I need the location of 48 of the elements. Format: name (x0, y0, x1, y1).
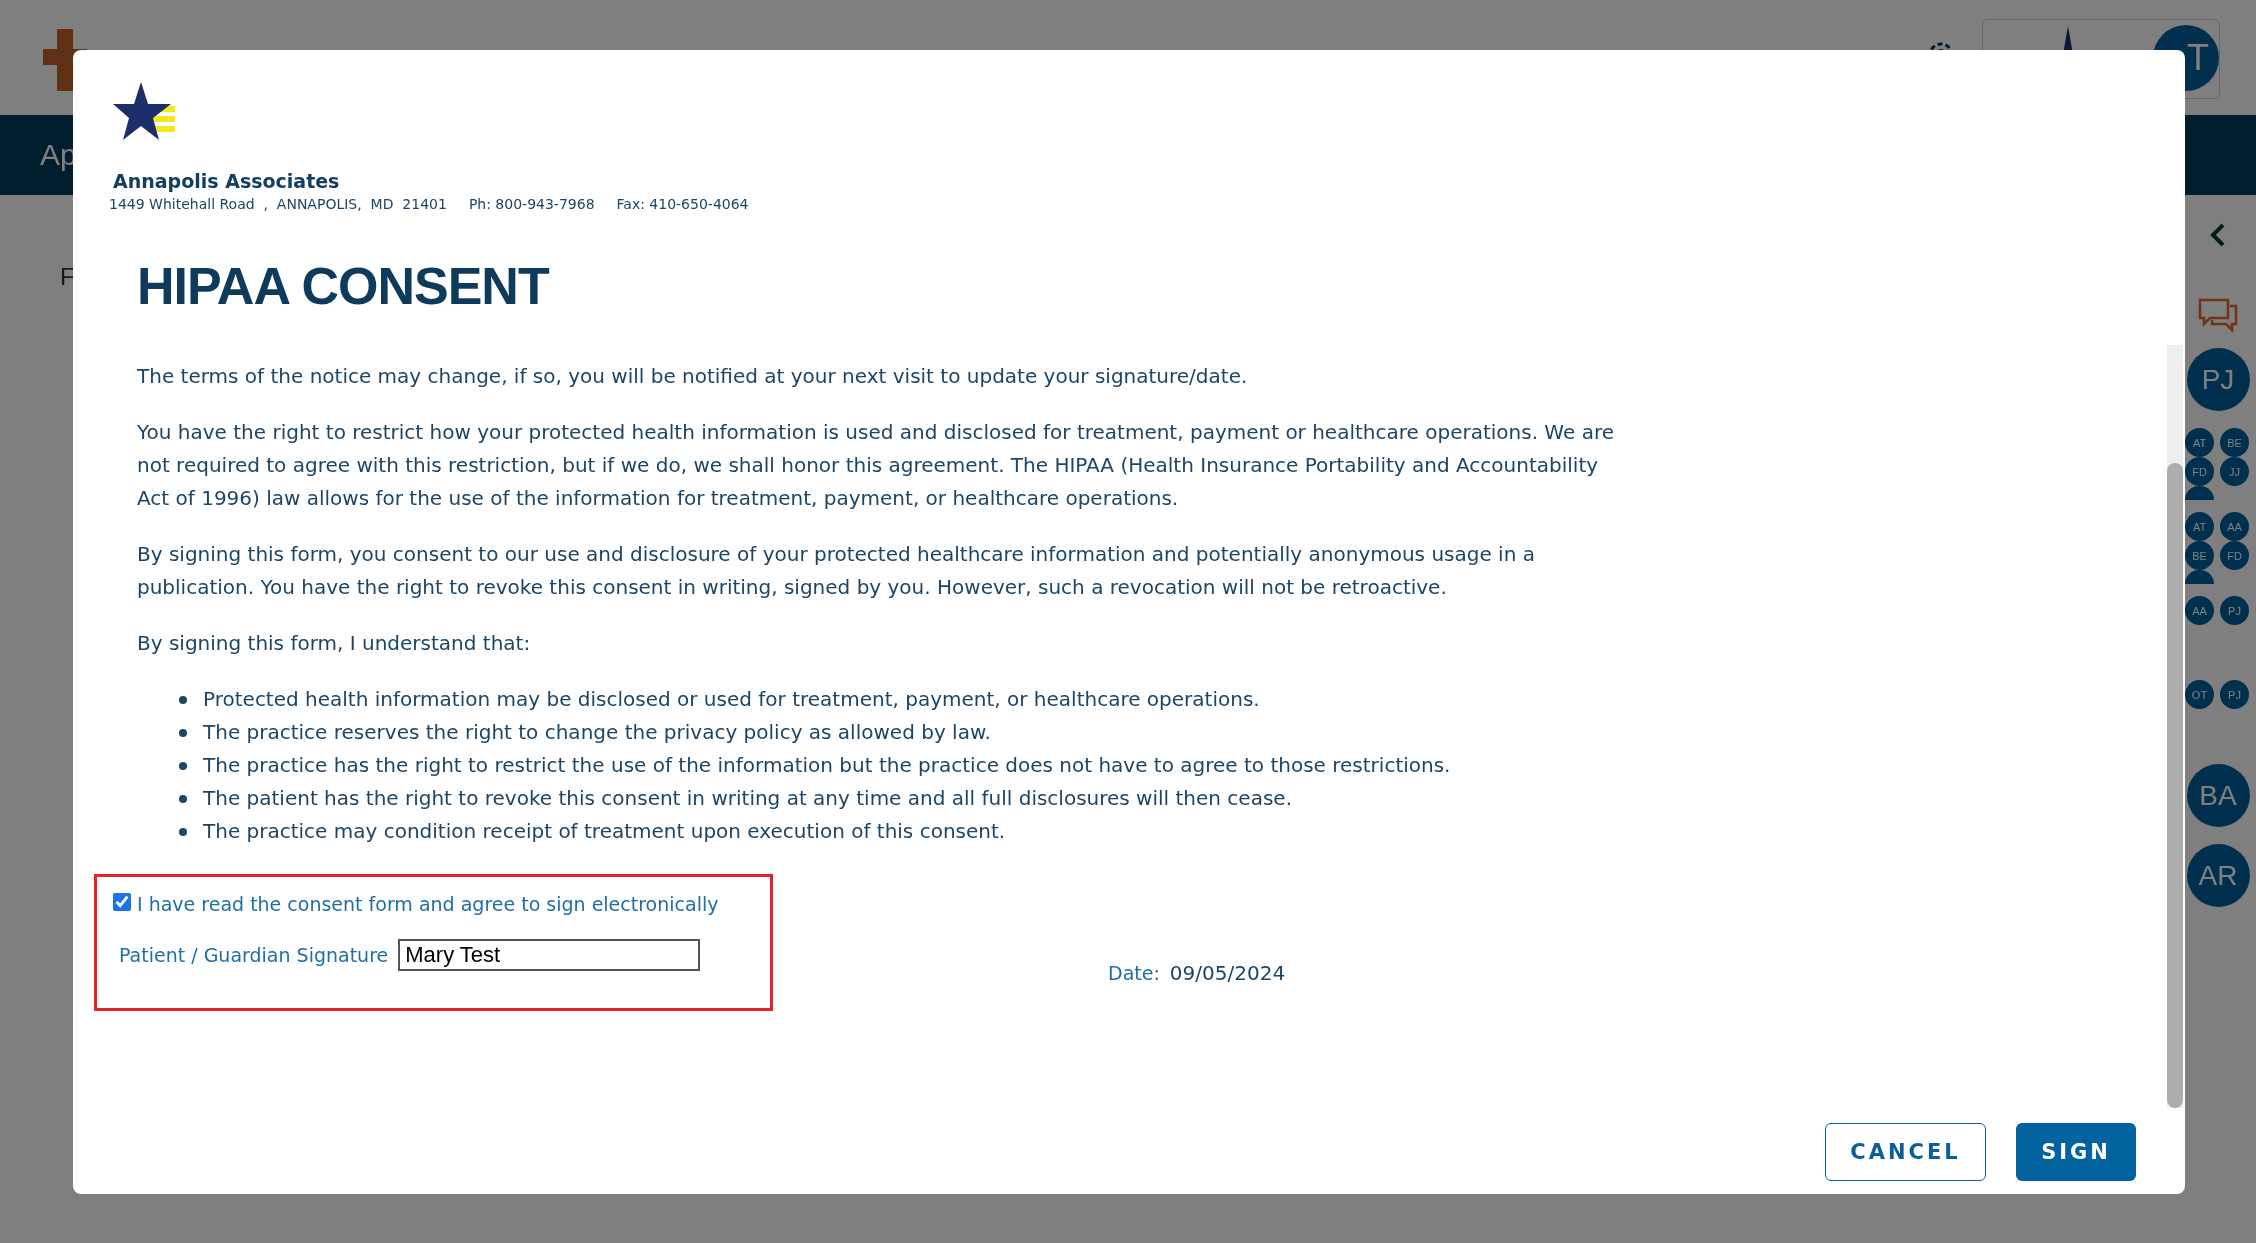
paragraph: By signing this form, I understand that: (137, 630, 532, 657)
avatar[interactable]: AA (2220, 512, 2249, 541)
sign-button[interactable]: SIGN (2016, 1123, 2136, 1181)
bullet-icon (179, 762, 187, 770)
page-label: F (60, 263, 75, 290)
avatar[interactable]: PJ (2220, 596, 2249, 625)
paragraph: You have the right to restrict how your protected health information is used and disclosed for treatment, payment or healthcare operations. We are not required to agree with this restriction, but if we do, we shall honor this agreement. The HIPAA (Health Insurance Portability and Accountability Act of 1996) law allows for the use of the information for treatment, payment, or healthcare operations. (137, 419, 1615, 512)
consent-checkbox[interactable] (113, 893, 131, 911)
scrollbar-thumb[interactable] (2167, 463, 2183, 1108)
avatar[interactable]: PJ (2220, 680, 2249, 709)
chevron-left-icon[interactable] (2209, 222, 2227, 248)
list-item: The practice reserves the right to change the privacy policy as allowed by law. (203, 719, 991, 746)
consent-label: I have read the consent form and agree to sign electronically (137, 893, 719, 915)
avatar[interactable]: FD (2220, 541, 2249, 570)
avatar[interactable]: BE (2220, 428, 2249, 457)
form-title: HIPAA CONSENT (137, 256, 551, 316)
bullet-icon (179, 696, 187, 704)
avatar[interactable]: FD (2185, 457, 2214, 486)
list-item: Protected health information may be disclosed or used for treatment, payment, or healthcare operations. (203, 686, 1260, 713)
practice-name: Annapolis Associates (113, 170, 340, 192)
bullet-icon (179, 828, 187, 836)
signature-label: Patient / Guardian Signature (119, 944, 389, 966)
paragraph: By signing this form, you consent to our use and disclosure of your protected healthcare information and potentially anonymous usage in a publication. You have the right to revoke this consent in writing, signed by you. However, such a revocation will not be retroactive. (137, 541, 1536, 601)
list-item: The practice has the right to restrict the use of the information but the practice does not have to agree to those restrictions. (203, 752, 1451, 779)
practice-address: 1449 Whitehall Road , ANNAPOLIS, MD 21401 (109, 196, 447, 212)
avatar[interactable]: OT (2185, 680, 2214, 709)
practice-fax: Fax: 410-650-4064 (616, 196, 749, 212)
avatar[interactable]: JJ (2220, 457, 2249, 486)
avatar[interactable]: AA (2185, 596, 2214, 625)
list-item: The practice may condition receipt of treatment upon execution of this consent. (203, 818, 1006, 845)
date-label: Date: (1108, 962, 1160, 984)
avatar[interactable]: BA (2186, 764, 2250, 827)
bullet-icon (179, 795, 187, 803)
avatar[interactable]: BE (2185, 541, 2214, 570)
date-value: 09/05/2024 (1169, 961, 1286, 985)
scrollbar[interactable] (2167, 345, 2183, 1108)
avatar[interactable]: PJ (2186, 348, 2250, 411)
paragraph: The terms of the notice may change, if so, you will be notified at your next visit to update your signature/date. (137, 363, 1249, 390)
avatar[interactable]: AT (2185, 428, 2214, 457)
bullet-icon (179, 729, 187, 737)
avatar[interactable] (2185, 486, 2214, 500)
signature-field[interactable]: Mary Test (398, 939, 701, 971)
avatar[interactable]: AT (2185, 512, 2214, 541)
list-item: The patient has the right to revoke this consent in writing at any time and all full disclosures will then cease. (203, 785, 1292, 812)
avatar[interactable]: AR (2186, 844, 2250, 907)
cancel-button[interactable]: CANCEL (1825, 1123, 1986, 1181)
practice-phone: Ph: 800-943-7968 (468, 196, 595, 212)
avatar[interactable] (2185, 570, 2214, 584)
